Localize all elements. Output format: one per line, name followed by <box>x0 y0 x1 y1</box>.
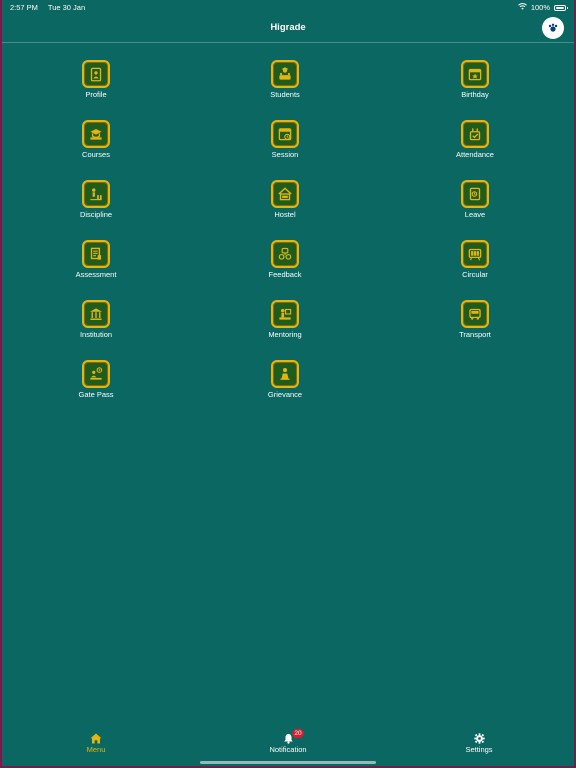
institution-icon <box>82 300 110 328</box>
grievance-icon <box>271 360 299 388</box>
attendance-icon <box>461 120 489 148</box>
menu-tile-label: Discipline <box>79 210 113 219</box>
gate-pass-icon <box>82 360 110 388</box>
tab-bar: Menu 20 Notification Settings <box>0 728 576 768</box>
menu-tile-grievance[interactable]: Grievance <box>235 360 335 399</box>
profile-icon <box>82 60 110 88</box>
menu-tile-session[interactable]: Session <box>235 120 335 159</box>
circular-icon <box>461 240 489 268</box>
status-date: Tue 30 Jan <box>47 3 86 12</box>
students-icon <box>271 60 299 88</box>
tab-notification[interactable]: 20 Notification <box>248 729 328 754</box>
menu-tile-label: Gate Pass <box>78 390 114 399</box>
menu-tile-circular[interactable]: Circular <box>425 240 525 279</box>
menu-tile-feedback[interactable]: Feedback <box>235 240 335 279</box>
menu-tile-gate-pass[interactable]: Gate Pass <box>46 360 146 399</box>
menu-tile-label: Hostel <box>274 210 296 219</box>
avatar[interactable] <box>542 17 564 39</box>
courses-icon <box>82 120 110 148</box>
status-bar: 2:57 PM Tue 30 Jan 100% <box>0 0 576 14</box>
menu-tile-label: Transport <box>459 330 491 339</box>
mentoring-icon <box>271 300 299 328</box>
menu-tile-label: Courses <box>82 150 110 159</box>
menu-tile-label: Feedback <box>268 270 302 279</box>
tab-settings[interactable]: Settings <box>439 732 519 754</box>
menu-tile-birthday[interactable]: Birthday <box>425 60 525 99</box>
battery-percent: 100% <box>530 3 550 12</box>
menu-tile-label: Assessment <box>75 270 117 279</box>
hostel-icon <box>271 180 299 208</box>
menu-tile-profile[interactable]: Profile <box>46 60 146 99</box>
session-icon <box>271 120 299 148</box>
tab-menu-label: Menu <box>86 745 106 754</box>
menu-tile-students[interactable]: Students <box>235 60 335 99</box>
leave-icon <box>461 180 489 208</box>
menu-tile-label: Attendance <box>456 150 494 159</box>
menu-tile-label: Grievance <box>267 390 303 399</box>
menu-tile-label: Birthday <box>461 90 489 99</box>
status-indicators: 100% <box>517 3 568 12</box>
menu-tile-institution[interactable]: Institution <box>46 300 146 339</box>
wifi-icon <box>517 3 527 12</box>
menu-tile-mentoring[interactable]: Mentoring <box>235 300 335 339</box>
gear-icon <box>473 732 485 744</box>
battery-icon <box>554 4 568 11</box>
page-title: Higrade <box>270 22 306 33</box>
menu-tile-label: Session <box>271 150 299 159</box>
assessment-icon <box>82 240 110 268</box>
menu-tile-attendance[interactable]: Attendance <box>425 120 525 159</box>
notification-badge: 20 <box>292 729 304 738</box>
menu-tile-hostel[interactable]: Hostel <box>235 180 335 219</box>
home-icon <box>90 733 102 743</box>
menu-tile-label: Mentoring <box>268 330 302 339</box>
birthday-icon <box>461 60 489 88</box>
menu-tile-courses[interactable]: Courses <box>46 120 146 159</box>
nav-bar: Higrade <box>0 14 576 43</box>
feedback-icon <box>271 240 299 268</box>
tab-notification-label: Notification <box>269 745 307 754</box>
home-indicator <box>200 761 376 764</box>
discipline-icon <box>82 180 110 208</box>
menu-tile-transport[interactable]: Transport <box>425 300 525 339</box>
menu-tile-label: Institution <box>79 330 113 339</box>
menu-tile-discipline[interactable]: Discipline <box>46 180 146 219</box>
menu-tile-label: Profile <box>85 90 107 99</box>
menu-tile-label: Students <box>270 90 300 99</box>
logo-icon <box>548 23 558 32</box>
menu-tile-assessment[interactable]: Assessment <box>46 240 146 279</box>
transport-icon <box>461 300 489 328</box>
tab-settings-label: Settings <box>465 745 493 754</box>
status-time-date: 2:57 PM Tue 30 Jan <box>10 3 93 12</box>
menu-tile-leave[interactable]: Leave <box>425 180 525 219</box>
menu-tile-label: Circular <box>462 270 488 279</box>
status-time: 2:57 PM <box>10 3 38 12</box>
menu-tile-label: Leave <box>464 210 486 219</box>
tab-menu[interactable]: Menu <box>56 732 136 754</box>
